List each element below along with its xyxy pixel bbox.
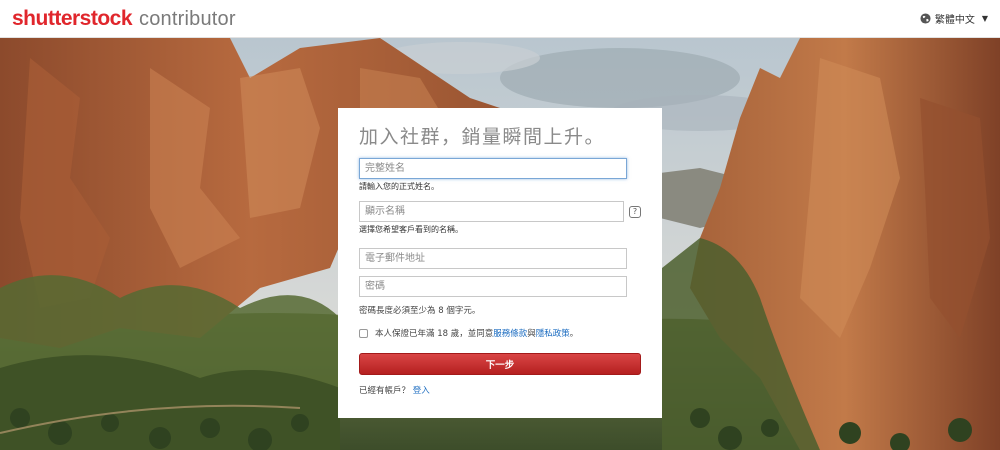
globe-icon bbox=[920, 13, 931, 24]
help-icon[interactable]: ? bbox=[629, 205, 641, 218]
terms-checkbox[interactable] bbox=[359, 328, 368, 338]
terms-row: 本人保證已年滿 18 歲，並同意 服務條款 與 隱私政策 。 bbox=[359, 327, 641, 339]
password-row bbox=[359, 276, 641, 297]
signin-row: 已經有帳戶？ 登入 bbox=[359, 384, 641, 396]
terms-of-service-link[interactable]: 服務條款 bbox=[493, 327, 527, 339]
logo[interactable]: shutterstock contributor bbox=[12, 7, 236, 31]
full-name-field[interactable] bbox=[359, 158, 627, 179]
full-name-hint: 請輸入您的正式姓名。 bbox=[359, 182, 439, 191]
privacy-policy-link[interactable]: 隱私政策 bbox=[536, 327, 570, 339]
terms-prefix: 本人保證已年滿 18 歲，並同意 bbox=[375, 329, 494, 339]
chevron-down-icon: ▼ bbox=[981, 14, 988, 23]
display-name-row: ? bbox=[359, 201, 641, 222]
signup-card: 加入社群，銷量瞬間上升。 請輸入您的正式姓名。 ? 選擇您希望客戶看到的名稱。 … bbox=[338, 108, 662, 418]
login-link[interactable]: 登入 bbox=[413, 386, 430, 396]
display-name-hint: 選擇您希望客戶看到的名稱。 bbox=[359, 225, 463, 234]
signup-title: 加入社群，銷量瞬間上升。 bbox=[359, 126, 606, 148]
terms-and: 與 bbox=[527, 329, 536, 339]
password-field[interactable] bbox=[359, 276, 627, 297]
password-requirement-note: 密碼長度必須至少為 8 個字元。 bbox=[359, 306, 481, 316]
email-field[interactable] bbox=[359, 248, 627, 269]
top-header: shutterstock contributor 繁體中文 ▼ bbox=[0, 0, 1000, 38]
email-row bbox=[359, 248, 641, 269]
language-label: 繁體中文 bbox=[934, 15, 975, 26]
logo-wordmark: shutterstock bbox=[12, 6, 133, 30]
next-button[interactable]: 下一步 bbox=[359, 353, 641, 375]
logo-subtitle: contributor bbox=[139, 7, 236, 30]
full-name-row bbox=[359, 158, 641, 179]
display-name-field[interactable] bbox=[359, 201, 625, 222]
language-selector[interactable]: 繁體中文 ▼ bbox=[920, 11, 988, 26]
have-account-text: 已經有帳戶？ bbox=[359, 386, 411, 396]
terms-suffix: 。 bbox=[569, 329, 579, 339]
